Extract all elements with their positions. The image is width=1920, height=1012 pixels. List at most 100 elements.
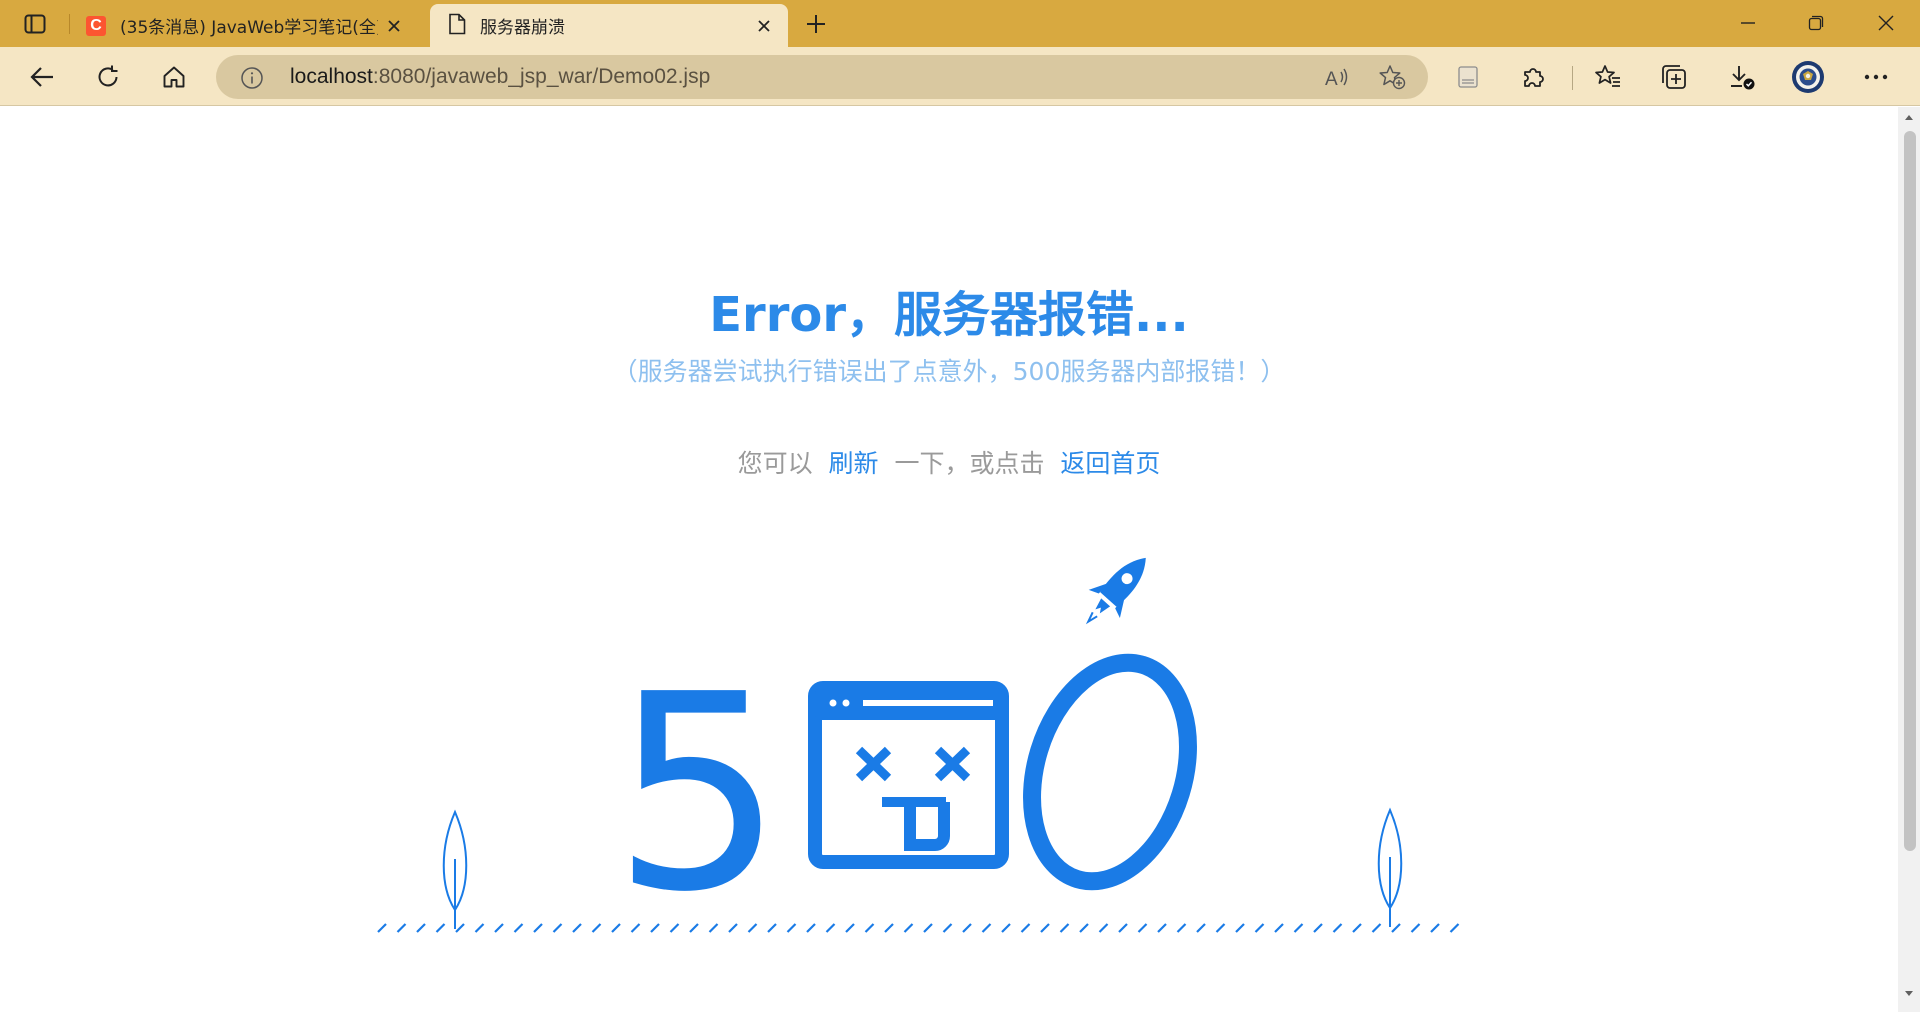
url-text[interactable]: localhost:8080/javaweb_jsp_war/Demo02.js… — [290, 65, 710, 89]
ground-dash — [825, 923, 836, 933]
ground-dashes — [377, 923, 1460, 933]
back-button[interactable] — [22, 57, 62, 97]
tab-csdn[interactable]: C (35条消息) JavaWeb学习笔记(全) — [70, 4, 418, 47]
ground-dash — [533, 923, 543, 933]
favorites-icon — [1595, 65, 1620, 87]
ground-dash — [1313, 923, 1323, 933]
toolbar-divider — [1572, 66, 1573, 90]
ground-dash — [1371, 923, 1382, 933]
ground-dash — [923, 923, 933, 933]
ground-dash — [1215, 923, 1226, 933]
ground-dash — [1410, 923, 1421, 933]
close-icon — [1878, 15, 1894, 31]
ground-dash — [1079, 923, 1089, 933]
new-tab-button[interactable] — [800, 10, 832, 38]
ground-dash — [1235, 923, 1245, 933]
ground-dash — [864, 923, 875, 933]
ground-dash — [1118, 923, 1128, 933]
close-icon[interactable] — [384, 16, 404, 36]
ground-dash — [474, 923, 485, 933]
reading-view-button[interactable] — [1448, 57, 1488, 97]
ground-dash — [1274, 923, 1284, 933]
ground-dash — [1176, 923, 1187, 933]
scroll-up-icon — [1905, 115, 1913, 120]
minimize-button[interactable] — [1716, 0, 1780, 46]
close-window-button[interactable] — [1854, 0, 1918, 46]
ground-dash — [494, 923, 504, 933]
plant-icon — [442, 809, 468, 929]
more-button[interactable] — [1856, 57, 1896, 97]
plus-icon — [807, 15, 825, 33]
ground-dash — [1059, 923, 1070, 933]
page-content: Error，服务器报错... （服务器尝试执行错误出了点意外，500服务器内部报… — [0, 107, 1898, 1012]
tab-title: (35条消息) JavaWeb学习笔记(全) — [120, 18, 378, 38]
home-button[interactable] — [154, 57, 194, 97]
read-aloud-icon[interactable]: A — [1324, 65, 1350, 93]
ground-dash — [396, 923, 407, 933]
minimize-icon — [1741, 22, 1755, 24]
download-icon — [1731, 66, 1755, 90]
ground-dash — [435, 923, 446, 933]
ground-dash — [1352, 923, 1362, 933]
restore-button[interactable] — [1784, 0, 1848, 46]
scroll-thumb[interactable] — [1904, 131, 1916, 851]
ground-dash — [1293, 923, 1304, 933]
ground-dash — [786, 923, 797, 933]
ground-dash — [1254, 923, 1265, 933]
ground-dash — [1040, 923, 1050, 933]
ground-dash — [1430, 923, 1440, 933]
downloads-button[interactable] — [1722, 57, 1762, 97]
scroll-down-icon — [1905, 991, 1913, 996]
ground-dash — [962, 923, 972, 933]
tab-actions-icon[interactable] — [18, 10, 52, 38]
plant-icon — [1377, 807, 1403, 927]
ground-dash — [1449, 923, 1460, 933]
profile-avatar[interactable] — [1788, 57, 1828, 97]
info-icon[interactable] — [240, 66, 264, 94]
ground-dash — [942, 923, 953, 933]
ground-dash — [1391, 923, 1401, 933]
scrollbar[interactable] — [1898, 107, 1920, 1012]
star-add-icon[interactable] — [1378, 64, 1406, 94]
tab-title: 服务器崩溃 — [480, 18, 565, 38]
ground-dash — [1157, 923, 1167, 933]
ground-dash — [845, 923, 855, 933]
ground-dash — [903, 923, 914, 933]
ground-dash — [513, 923, 524, 933]
ground-dash — [1001, 923, 1011, 933]
page-icon — [448, 13, 466, 39]
puzzle-icon — [1524, 68, 1544, 87]
tab-strip: C (35条消息) JavaWeb学习笔记(全) 服务器崩溃 — [0, 0, 1920, 47]
refresh-icon — [98, 65, 118, 87]
ground-dash — [572, 923, 582, 933]
collections-icon — [1662, 65, 1686, 89]
back-arrow-icon — [30, 67, 53, 87]
restore-icon — [1808, 15, 1824, 31]
page-icon — [1458, 66, 1478, 88]
svg-text:A: A — [1325, 69, 1338, 89]
rocket-icon — [1085, 557, 1146, 625]
ground-dash — [1196, 923, 1206, 933]
more-icon — [1864, 74, 1888, 80]
error-500-illustration: 5 0 — [0, 107, 1460, 951]
digit-0-label: 0 — [0, 107, 1, 108]
digit-0 — [1023, 653, 1197, 891]
browser-toolbar: localhost:8080/javaweb_jsp_war/Demo02.js… — [0, 47, 1920, 106]
extensions-button[interactable] — [1514, 57, 1554, 97]
home-icon — [163, 66, 185, 88]
ground-dash — [591, 923, 602, 933]
address-bar[interactable]: localhost:8080/javaweb_jsp_war/Demo02.js… — [216, 55, 1428, 99]
broken-browser-face-icon — [808, 681, 1009, 869]
ground-dash — [1020, 923, 1031, 933]
ground-dash — [455, 923, 465, 933]
digit-5: 5 — [612, 636, 784, 951]
ground-dash — [377, 923, 387, 933]
ground-dash — [1098, 923, 1109, 933]
csdn-favicon: C — [86, 15, 106, 36]
favorites-button[interactable] — [1588, 57, 1628, 97]
ground-dash — [416, 923, 426, 933]
tab-server-crash[interactable]: 服务器崩溃 — [430, 4, 788, 47]
refresh-button[interactable] — [88, 57, 128, 97]
close-icon[interactable] — [754, 16, 774, 36]
collections-button[interactable] — [1654, 57, 1694, 97]
